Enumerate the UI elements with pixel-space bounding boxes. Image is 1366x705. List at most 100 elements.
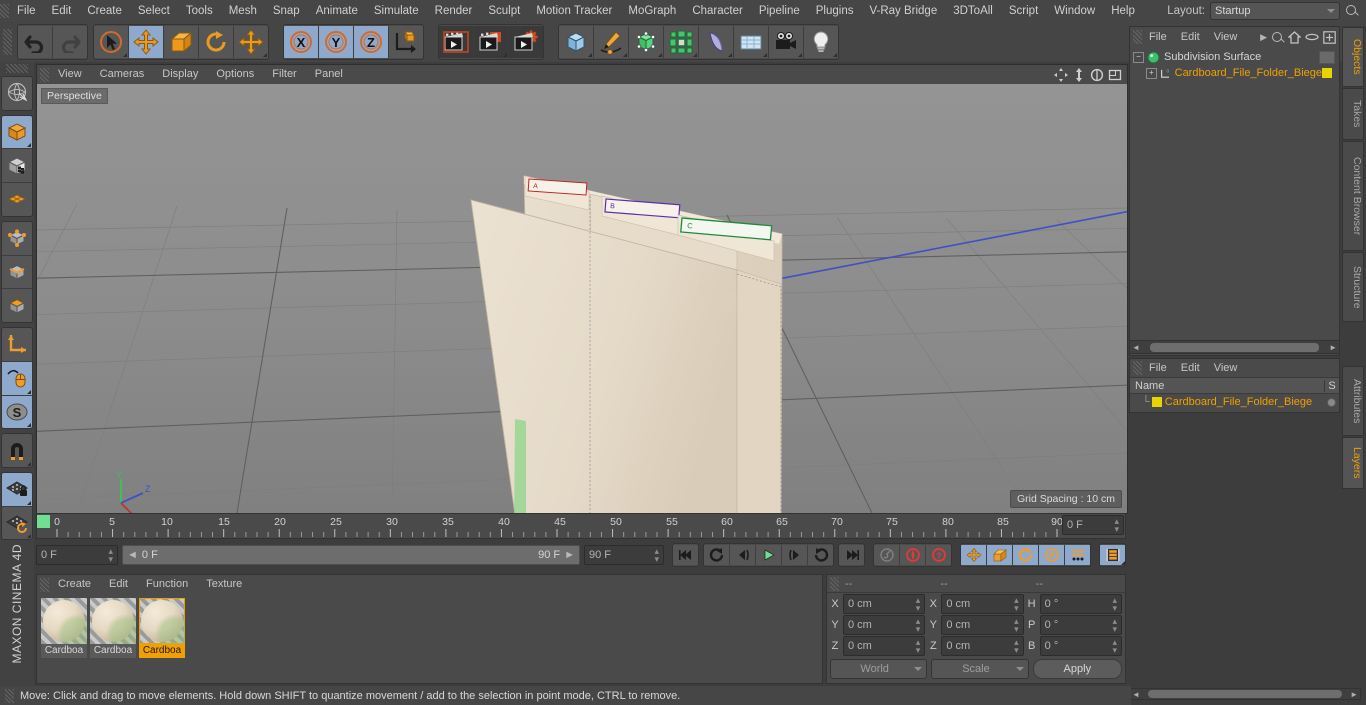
- material-menu-texture[interactable]: Texture: [197, 575, 251, 594]
- position-y-field[interactable]: 0 cm ▴ ▾: [843, 614, 926, 635]
- search-icon[interactable]: [1345, 4, 1360, 19]
- redo-icon[interactable]: [53, 26, 87, 58]
- timeline-scrubber[interactable]: ◄ 0 F 90 F ►: [122, 545, 580, 565]
- go-to-start-icon[interactable]: [673, 545, 698, 565]
- record-active-objects-icon[interactable]: [900, 545, 926, 565]
- expand-expander-icon[interactable]: +: [1146, 67, 1157, 79]
- render-settings-icon[interactable]: [509, 26, 543, 58]
- make-editable-icon[interactable]: [2, 77, 32, 110]
- array-icon[interactable]: [664, 26, 699, 58]
- current-frame-field[interactable]: 0 F ▴ ▾: [1062, 515, 1124, 535]
- layer-row[interactable]: └ Cardboard_File_Folder_Biege: [1130, 394, 1339, 410]
- layer-menu-edit[interactable]: Edit: [1174, 359, 1207, 377]
- viewport-grip[interactable]: [40, 67, 49, 82]
- go-to-end-icon[interactable]: [839, 545, 864, 565]
- render-view-icon[interactable]: [439, 26, 474, 58]
- current-frame-marker[interactable]: [37, 515, 50, 528]
- layout-dropdown[interactable]: Startup: [1210, 2, 1340, 20]
- left-toolbar-grip[interactable]: [6, 64, 28, 73]
- menu-item-vray-bridge[interactable]: V-Ray Bridge: [861, 0, 945, 22]
- scroll-left-arrow-icon[interactable]: ◄: [1132, 690, 1140, 699]
- autokey-icon[interactable]: [874, 545, 900, 565]
- menu-item-mesh[interactable]: Mesh: [221, 0, 265, 22]
- menu-item-file[interactable]: File: [9, 0, 44, 22]
- step-back-icon[interactable]: [730, 545, 756, 565]
- position-z-field[interactable]: 0 cm ▴ ▾: [843, 635, 926, 656]
- apply-button[interactable]: Apply: [1032, 659, 1122, 679]
- world-object-axis-icon[interactable]: [389, 26, 423, 58]
- size-x-field[interactable]: 0 cm ▴ ▾: [941, 593, 1024, 614]
- spinner-icon[interactable]: ▴ ▾: [1112, 595, 1117, 612]
- menu-item-select[interactable]: Select: [130, 0, 178, 22]
- viewport-menu-cameras[interactable]: Cameras: [91, 65, 154, 84]
- object-row-cardboard-file-folder[interactable]: + 0 Cardboard_File_Folder_Biege: [1130, 65, 1339, 81]
- material-grip[interactable]: [40, 577, 49, 592]
- axis-x-icon[interactable]: X: [284, 26, 319, 58]
- spinner-icon[interactable]: ▴ ▾: [916, 595, 921, 612]
- menu-item-motion-tracker[interactable]: Motion Tracker: [528, 0, 620, 22]
- viewport-menu-view[interactable]: View: [49, 65, 91, 84]
- layer-menu-file[interactable]: File: [1142, 359, 1174, 377]
- viewport-menu-options[interactable]: Options: [207, 65, 263, 84]
- size-y-field[interactable]: 0 cm ▴ ▾: [941, 614, 1024, 635]
- spline-pen-icon[interactable]: [594, 26, 629, 58]
- spinner-icon[interactable]: ▴ ▾: [108, 547, 113, 564]
- menu-grip[interactable]: [0, 4, 9, 18]
- scroll-left-arrow-icon[interactable]: ◄: [1132, 343, 1140, 352]
- spinner-icon[interactable]: ▴ ▾: [1112, 616, 1117, 633]
- tab-takes[interactable]: Takes: [1342, 88, 1364, 140]
- position-x-field[interactable]: 0 cm ▴ ▾: [843, 593, 926, 614]
- menu-item-animate[interactable]: Animate: [308, 0, 366, 22]
- camera-icon[interactable]: [769, 26, 804, 58]
- select-live-icon[interactable]: [94, 26, 129, 58]
- previous-key-icon[interactable]: [704, 545, 730, 565]
- menu-item-help[interactable]: Help: [1103, 0, 1143, 22]
- object-menu-view[interactable]: View: [1207, 27, 1245, 47]
- tab-layers[interactable]: Layers: [1342, 437, 1364, 489]
- material-menu-create[interactable]: Create: [49, 575, 100, 594]
- cube-primitive-icon[interactable]: [559, 26, 594, 58]
- axis-z-icon[interactable]: Z: [354, 26, 389, 58]
- spinner-icon[interactable]: ▴ ▾: [916, 616, 921, 633]
- axis-y-icon[interactable]: Y: [319, 26, 354, 58]
- maximize-icon[interactable]: [1108, 68, 1122, 82]
- spinner-icon[interactable]: ▴ ▾: [916, 637, 921, 654]
- tab-structure[interactable]: Structure: [1342, 252, 1364, 322]
- menu-item-character[interactable]: Character: [684, 0, 751, 22]
- record-parameter-icon[interactable]: P: [1039, 545, 1065, 565]
- record-pla-icon[interactable]: [1065, 545, 1090, 565]
- rotate-icon[interactable]: [199, 26, 234, 58]
- menu-item-create[interactable]: Create: [79, 0, 130, 22]
- home-icon[interactable]: [1288, 30, 1301, 44]
- tab-objects[interactable]: Objects: [1342, 27, 1364, 87]
- menu-item-pipeline[interactable]: Pipeline: [751, 0, 808, 22]
- timeline-start-field[interactable]: 0 F ▴ ▾: [36, 545, 118, 565]
- spinner-icon[interactable]: ▴ ▾: [654, 547, 659, 564]
- next-key-icon[interactable]: [808, 545, 833, 565]
- undo-icon[interactable]: [18, 26, 53, 58]
- environment-icon[interactable]: [734, 26, 769, 58]
- object-manager-scrollbar[interactable]: ◄ ►: [1129, 340, 1340, 354]
- tab-content-browser[interactable]: Content Browser: [1342, 141, 1364, 251]
- viewport-menu-panel[interactable]: Panel: [306, 65, 352, 84]
- more-arrow-icon[interactable]: ▶: [1260, 32, 1267, 43]
- scrub-right-arrow-icon[interactable]: ►: [564, 549, 575, 561]
- rotation-b-field[interactable]: 0 ° ▴ ▾: [1039, 635, 1122, 656]
- material-menu-edit[interactable]: Edit: [100, 575, 137, 594]
- pan-icon[interactable]: [1054, 67, 1068, 82]
- spinner-icon[interactable]: ▴ ▾: [1014, 616, 1019, 633]
- edges-mode-icon[interactable]: [2, 255, 32, 290]
- menu-item-window[interactable]: Window: [1046, 0, 1103, 22]
- material-item-selected[interactable]: Cardboa: [139, 598, 185, 658]
- dolly-icon[interactable]: [1072, 67, 1086, 82]
- spinner-icon[interactable]: ▴ ▾: [1014, 637, 1019, 654]
- rotation-p-field[interactable]: 0 ° ▴ ▾: [1039, 614, 1122, 635]
- status-grip[interactable]: [5, 688, 14, 703]
- timeline-ruler[interactable]: 0 5 10 15 20 25 30 35 40 45 50 55 60 65 …: [36, 513, 1126, 539]
- record-rotation-icon[interactable]: [1013, 545, 1039, 565]
- menu-item-sculpt[interactable]: Sculpt: [480, 0, 528, 22]
- object-menu-file[interactable]: File: [1142, 27, 1174, 47]
- rotation-h-field[interactable]: 0 ° ▴ ▾: [1039, 593, 1122, 614]
- material-menu-function[interactable]: Function: [137, 575, 197, 594]
- menu-item-tools[interactable]: Tools: [178, 0, 221, 22]
